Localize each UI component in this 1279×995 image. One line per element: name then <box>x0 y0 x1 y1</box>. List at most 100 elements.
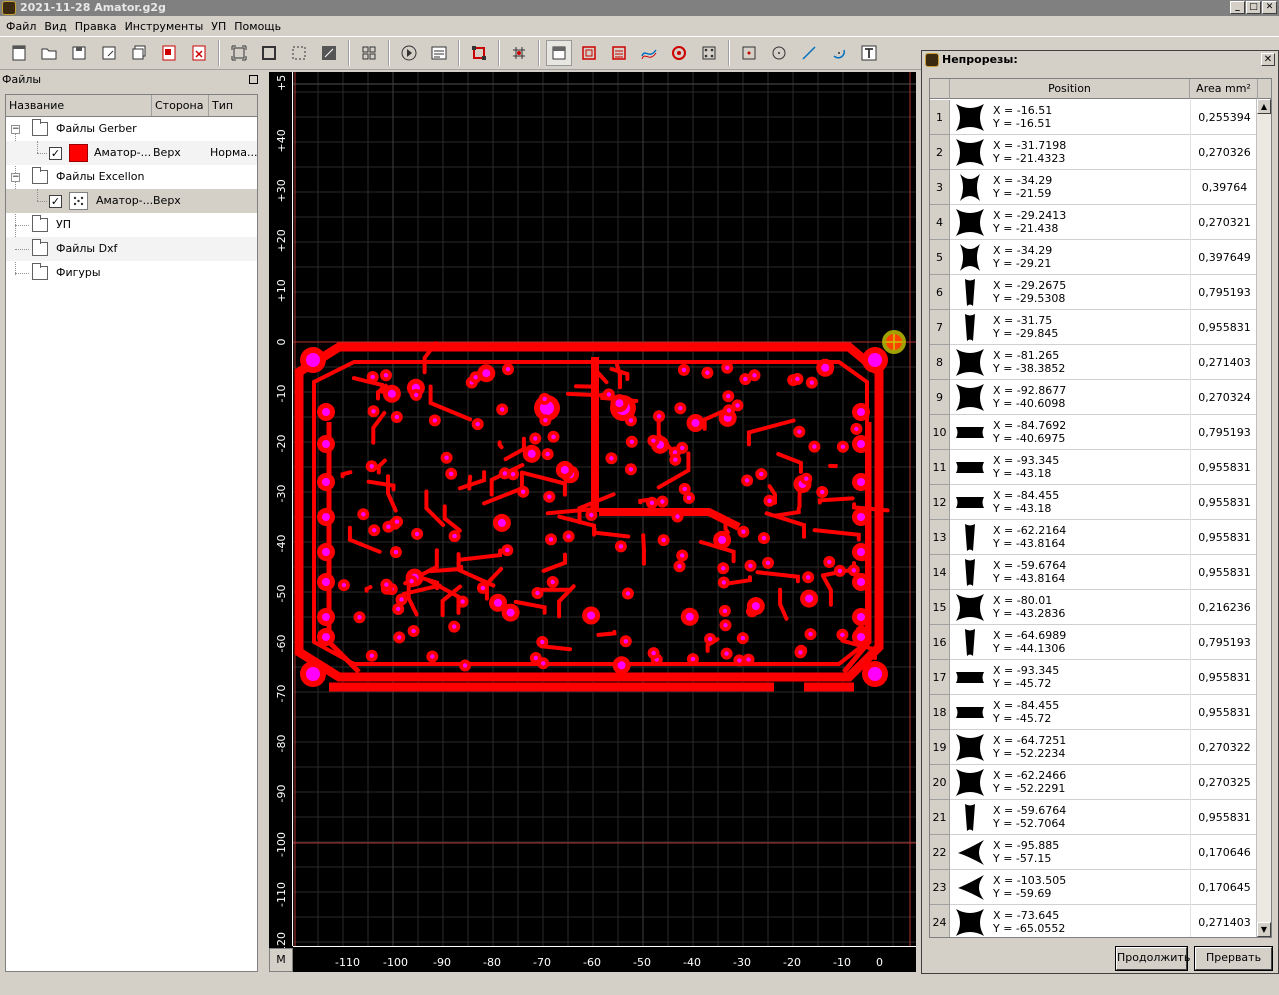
table-row[interactable]: 23 X = -103.505 Y = -59.69 0,170645 <box>930 870 1258 905</box>
save-icon[interactable] <box>66 40 92 66</box>
board-bounds-icon[interactable] <box>466 40 492 66</box>
run-icon[interactable] <box>396 40 422 66</box>
menu-edit[interactable]: Правка <box>71 20 121 33</box>
table-row[interactable]: 7 X = -31.75 Y = -29.845 0,955831 <box>930 310 1258 345</box>
row-number[interactable]: 5 <box>930 240 950 275</box>
row-number[interactable]: 19 <box>930 730 950 765</box>
pcb-viewport[interactable]: +5 +40 +30 +20 +10 0 -10 -20 -30 -40 -50 -60 -70 -80 -… <box>269 72 916 972</box>
drill-grid-icon[interactable] <box>506 40 532 66</box>
pcb-canvas[interactable] <box>269 72 916 946</box>
new-file-icon[interactable] <box>6 40 32 66</box>
table-row[interactable]: 11 X = -93.345 Y = -43.18 0,955831 <box>930 450 1258 485</box>
table-row[interactable]: 9 X = -92.8677 Y = -40.6098 0,270324 <box>930 380 1258 415</box>
row-number[interactable]: 15 <box>930 590 950 625</box>
collapse-icon[interactable]: − <box>11 125 20 134</box>
row-number[interactable]: 22 <box>930 835 950 870</box>
row-number[interactable]: 18 <box>930 695 950 730</box>
tree-item-dxf[interactable]: Файлы Dxf <box>6 237 257 261</box>
add-line-icon[interactable] <box>796 40 822 66</box>
row-number[interactable]: 10 <box>930 415 950 450</box>
save-as-icon[interactable] <box>96 40 122 66</box>
export-pdf-icon[interactable] <box>156 40 182 66</box>
voronoi-tool-icon[interactable] <box>636 40 662 66</box>
toolpaths-icon[interactable] <box>356 40 382 66</box>
origin-marker[interactable] <box>882 330 906 354</box>
open-folder-icon[interactable] <box>36 40 62 66</box>
collapse-icon[interactable]: − <box>11 173 20 182</box>
row-number[interactable]: 13 <box>930 520 950 555</box>
table-row[interactable]: 15 X = -80.01 Y = -43.2836 0,216236 <box>930 590 1258 625</box>
row-number[interactable]: 2 <box>930 135 950 170</box>
pocket-tool-icon[interactable] <box>576 40 602 66</box>
row-number[interactable]: 3 <box>930 170 950 205</box>
profile-tool-icon[interactable] <box>546 40 572 66</box>
column-name[interactable]: Название <box>6 95 152 116</box>
zoom-area-icon[interactable] <box>316 40 342 66</box>
thermal-tool-icon[interactable] <box>666 40 692 66</box>
dialog-close-button[interactable]: ✕ <box>1261 53 1275 66</box>
add-arc-icon[interactable] <box>826 40 852 66</box>
table-row[interactable]: 5 X = -34.29 Y = -29.21 0,397649 <box>930 240 1258 275</box>
tree-item-excellon[interactable]: − Файлы Excellon <box>6 165 257 189</box>
row-number[interactable]: 9 <box>930 380 950 415</box>
zoom-all-icon[interactable] <box>256 40 282 66</box>
errors-table[interactable]: Position Area mm² 1 X = -16.51 Y = -16.51… <box>929 78 1272 938</box>
table-row[interactable]: 3 X = -34.29 Y = -21.59 0,39764 <box>930 170 1258 205</box>
row-number[interactable]: 21 <box>930 800 950 835</box>
visibility-checkbox[interactable]: ✓ <box>49 147 62 160</box>
menu-tools[interactable]: Инструменты <box>121 20 208 33</box>
save-all-icon[interactable] <box>126 40 152 66</box>
maximize-button[interactable]: □ <box>1246 1 1261 14</box>
row-number[interactable]: 23 <box>930 870 950 905</box>
zoom-fit-icon[interactable] <box>226 40 252 66</box>
tree-item-gerber-file[interactable]: ✓ Аматор-... Верх Норма... <box>6 141 258 165</box>
table-row[interactable]: 20 X = -62.2466 Y = -52.2291 0,270325 <box>930 765 1258 800</box>
tree-item-gerber[interactable]: − Файлы Gerber <box>6 117 257 141</box>
column-area[interactable]: Area mm² <box>1190 79 1258 99</box>
table-row[interactable]: 6 X = -29.2675 Y = -29.5308 0,795193 <box>930 275 1258 310</box>
row-number[interactable]: 7 <box>930 310 950 345</box>
close-button[interactable]: ✕ <box>1262 1 1277 14</box>
column-position[interactable]: Position <box>950 79 1190 99</box>
row-number[interactable]: 14 <box>930 555 950 590</box>
table-row[interactable]: 8 X = -81.265 Y = -38.3852 0,271403 <box>930 345 1258 380</box>
table-row[interactable]: 12 X = -84.455 Y = -43.18 0,955831 <box>930 485 1258 520</box>
table-row[interactable]: 22 X = -95.885 Y = -57.15 0,170646 <box>930 835 1258 870</box>
table-row[interactable]: 21 X = -59.6764 Y = -52.7064 0,955831 <box>930 800 1258 835</box>
table-row[interactable]: 10 X = -84.7692 Y = -40.6975 0,795193 <box>930 415 1258 450</box>
settings-list-icon[interactable] <box>426 40 452 66</box>
scroll-up-icon[interactable]: ▲ <box>1257 99 1271 114</box>
table-row[interactable]: 14 X = -59.6764 Y = -43.8164 0,955831 <box>930 555 1258 590</box>
table-row[interactable]: 1 X = -16.51 Y = -16.51 0,255394 <box>930 100 1258 135</box>
add-circle-icon[interactable] <box>766 40 792 66</box>
row-number[interactable]: 8 <box>930 345 950 380</box>
row-number[interactable]: 20 <box>930 765 950 800</box>
drill-tool-icon[interactable] <box>696 40 722 66</box>
table-row[interactable]: 24 X = -73.645 Y = -65.0552 0,271403 <box>930 905 1258 937</box>
tree-item-shapes[interactable]: Фигуры <box>6 261 257 285</box>
row-number[interactable]: 16 <box>930 625 950 660</box>
column-side[interactable]: Сторона <box>152 95 209 116</box>
layer-color-swatch[interactable] <box>69 144 88 162</box>
vertical-scrollbar[interactable]: ▲ ▼ <box>1256 99 1271 937</box>
menu-gcode[interactable]: УП <box>207 20 230 33</box>
continue-button[interactable]: Продолжить <box>1115 946 1190 971</box>
row-number[interactable]: 24 <box>930 905 950 937</box>
table-row[interactable]: 16 X = -64.6989 Y = -44.1306 0,795193 <box>930 625 1258 660</box>
table-row[interactable]: 19 X = -64.7251 Y = -52.2234 0,270322 <box>930 730 1258 765</box>
tree-item-gcode[interactable]: УП <box>6 213 257 237</box>
zoom-select-icon[interactable] <box>286 40 312 66</box>
visibility-checkbox[interactable]: ✓ <box>49 195 62 208</box>
table-row[interactable]: 2 X = -31.7198 Y = -21.4323 0,270326 <box>930 135 1258 170</box>
undock-icon[interactable] <box>249 75 258 84</box>
menu-view[interactable]: Вид <box>40 20 70 33</box>
row-number[interactable]: 4 <box>930 205 950 240</box>
table-row[interactable]: 13 X = -62.2164 Y = -43.8164 0,955831 <box>930 520 1258 555</box>
row-number[interactable]: 11 <box>930 450 950 485</box>
row-number[interactable]: 1 <box>930 100 950 135</box>
raster-tool-icon[interactable] <box>606 40 632 66</box>
ruler-units-button[interactable]: M <box>269 948 293 972</box>
add-point-icon[interactable] <box>736 40 762 66</box>
minimize-button[interactable]: _ <box>1230 1 1245 14</box>
menu-file[interactable]: Файл <box>2 20 40 33</box>
